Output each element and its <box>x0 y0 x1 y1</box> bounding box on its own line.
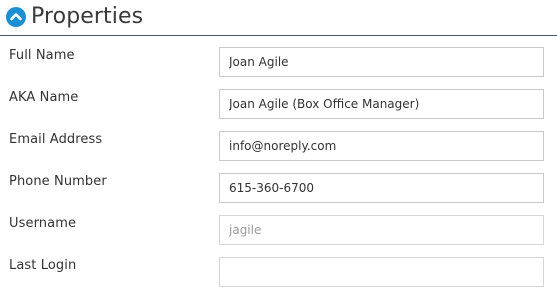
properties-panel: Properties Full Name AKA Name Email Addr… <box>0 0 557 294</box>
phone-number-row: Phone Number <box>0 173 557 215</box>
email-address-field[interactable] <box>219 131 544 161</box>
full-name-label: Full Name <box>9 48 75 63</box>
aka-name-label: AKA Name <box>9 90 79 105</box>
username-field <box>219 215 544 245</box>
aka-name-field[interactable] <box>219 89 544 119</box>
phone-number-field[interactable] <box>219 173 544 203</box>
chevron-up-icon[interactable] <box>6 7 26 27</box>
email-address-label: Email Address <box>9 132 103 147</box>
full-name-field[interactable] <box>219 47 544 77</box>
email-address-row: Email Address <box>0 131 557 173</box>
username-row: Username <box>0 215 557 257</box>
last-login-row: Last Login <box>0 257 557 299</box>
full-name-row: Full Name <box>0 47 557 89</box>
section-title: Properties <box>31 4 144 29</box>
username-label: Username <box>9 216 77 231</box>
last-login-field <box>219 257 544 287</box>
section-header: Properties <box>0 0 557 36</box>
phone-number-label: Phone Number <box>9 174 107 189</box>
chevron-up-icon-glyph <box>10 13 22 21</box>
aka-name-row: AKA Name <box>0 89 557 131</box>
last-login-label: Last Login <box>9 258 77 273</box>
